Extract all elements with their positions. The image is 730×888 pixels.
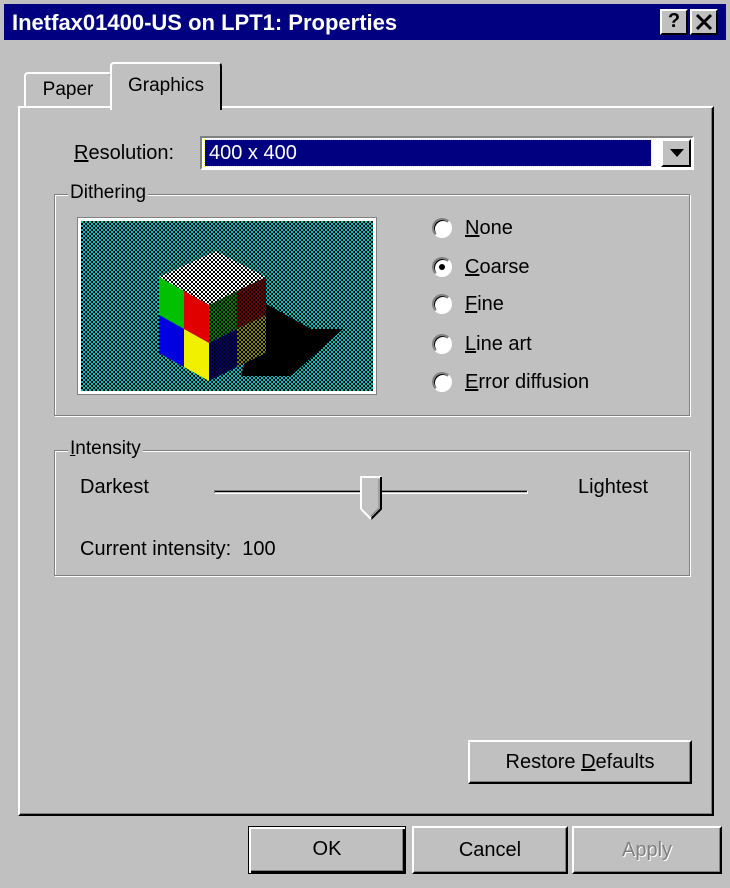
resolution-label: Resolution:	[74, 142, 174, 165]
title-bar[interactable]: Inetfax01400-US on LPT1: Properties ?	[4, 4, 726, 40]
resolution-mnemonic: R	[74, 142, 89, 164]
radio-circle	[432, 257, 452, 277]
current-intensity-label: Current intensity: 100	[80, 538, 276, 561]
ok-button[interactable]: OK	[248, 826, 406, 874]
intensity-group-label: Intensity	[68, 438, 143, 460]
close-icon	[695, 13, 713, 31]
help-button[interactable]: ?	[660, 9, 688, 35]
radio-label-fine: Fine	[465, 293, 504, 315]
restore-defaults-button[interactable]: Restore Defaults	[468, 740, 692, 784]
darkest-label: Darkest	[80, 476, 149, 498]
intensity-slider-thumb[interactable]	[360, 476, 382, 526]
dithering-group-label: Dithering	[68, 182, 149, 204]
tab-graphics[interactable]: Graphics	[110, 62, 222, 110]
cancel-button[interactable]: Cancel	[412, 826, 568, 874]
close-button[interactable]	[690, 9, 718, 35]
window-title: Inetfax01400-US on LPT1: Properties	[12, 10, 398, 35]
current-intensity-text: Current intensity:	[80, 538, 232, 560]
apply-button[interactable]: Apply	[572, 826, 722, 874]
radio-circle	[432, 218, 452, 238]
resolution-label-text: esolution:	[88, 142, 175, 164]
current-intensity-value: 100	[242, 538, 276, 560]
lightest-label: Lightest	[578, 476, 649, 498]
chevron-down-icon	[670, 149, 684, 157]
resolution-dropdown[interactable]: 400 x 400	[200, 136, 694, 170]
resolution-value: 400 x 400	[204, 139, 652, 167]
dithering-preview-image	[77, 217, 377, 395]
radio-label-error-diffusion: Error diffusion	[465, 371, 590, 393]
radio-label-coarse: Coarse	[465, 256, 530, 278]
radio-label-line-art: Line art	[465, 333, 532, 355]
tab-paper[interactable]: Paper	[24, 72, 112, 108]
dropdown-arrow-button[interactable]	[661, 139, 691, 167]
radio-label-none: None	[465, 217, 513, 239]
radio-selected-dot	[439, 264, 445, 270]
radio-circle	[432, 334, 452, 354]
radio-circle	[432, 372, 452, 392]
properties-dialog: Inetfax01400-US on LPT1: Properties ? Pa…	[0, 0, 730, 888]
radio-circle	[432, 294, 452, 314]
